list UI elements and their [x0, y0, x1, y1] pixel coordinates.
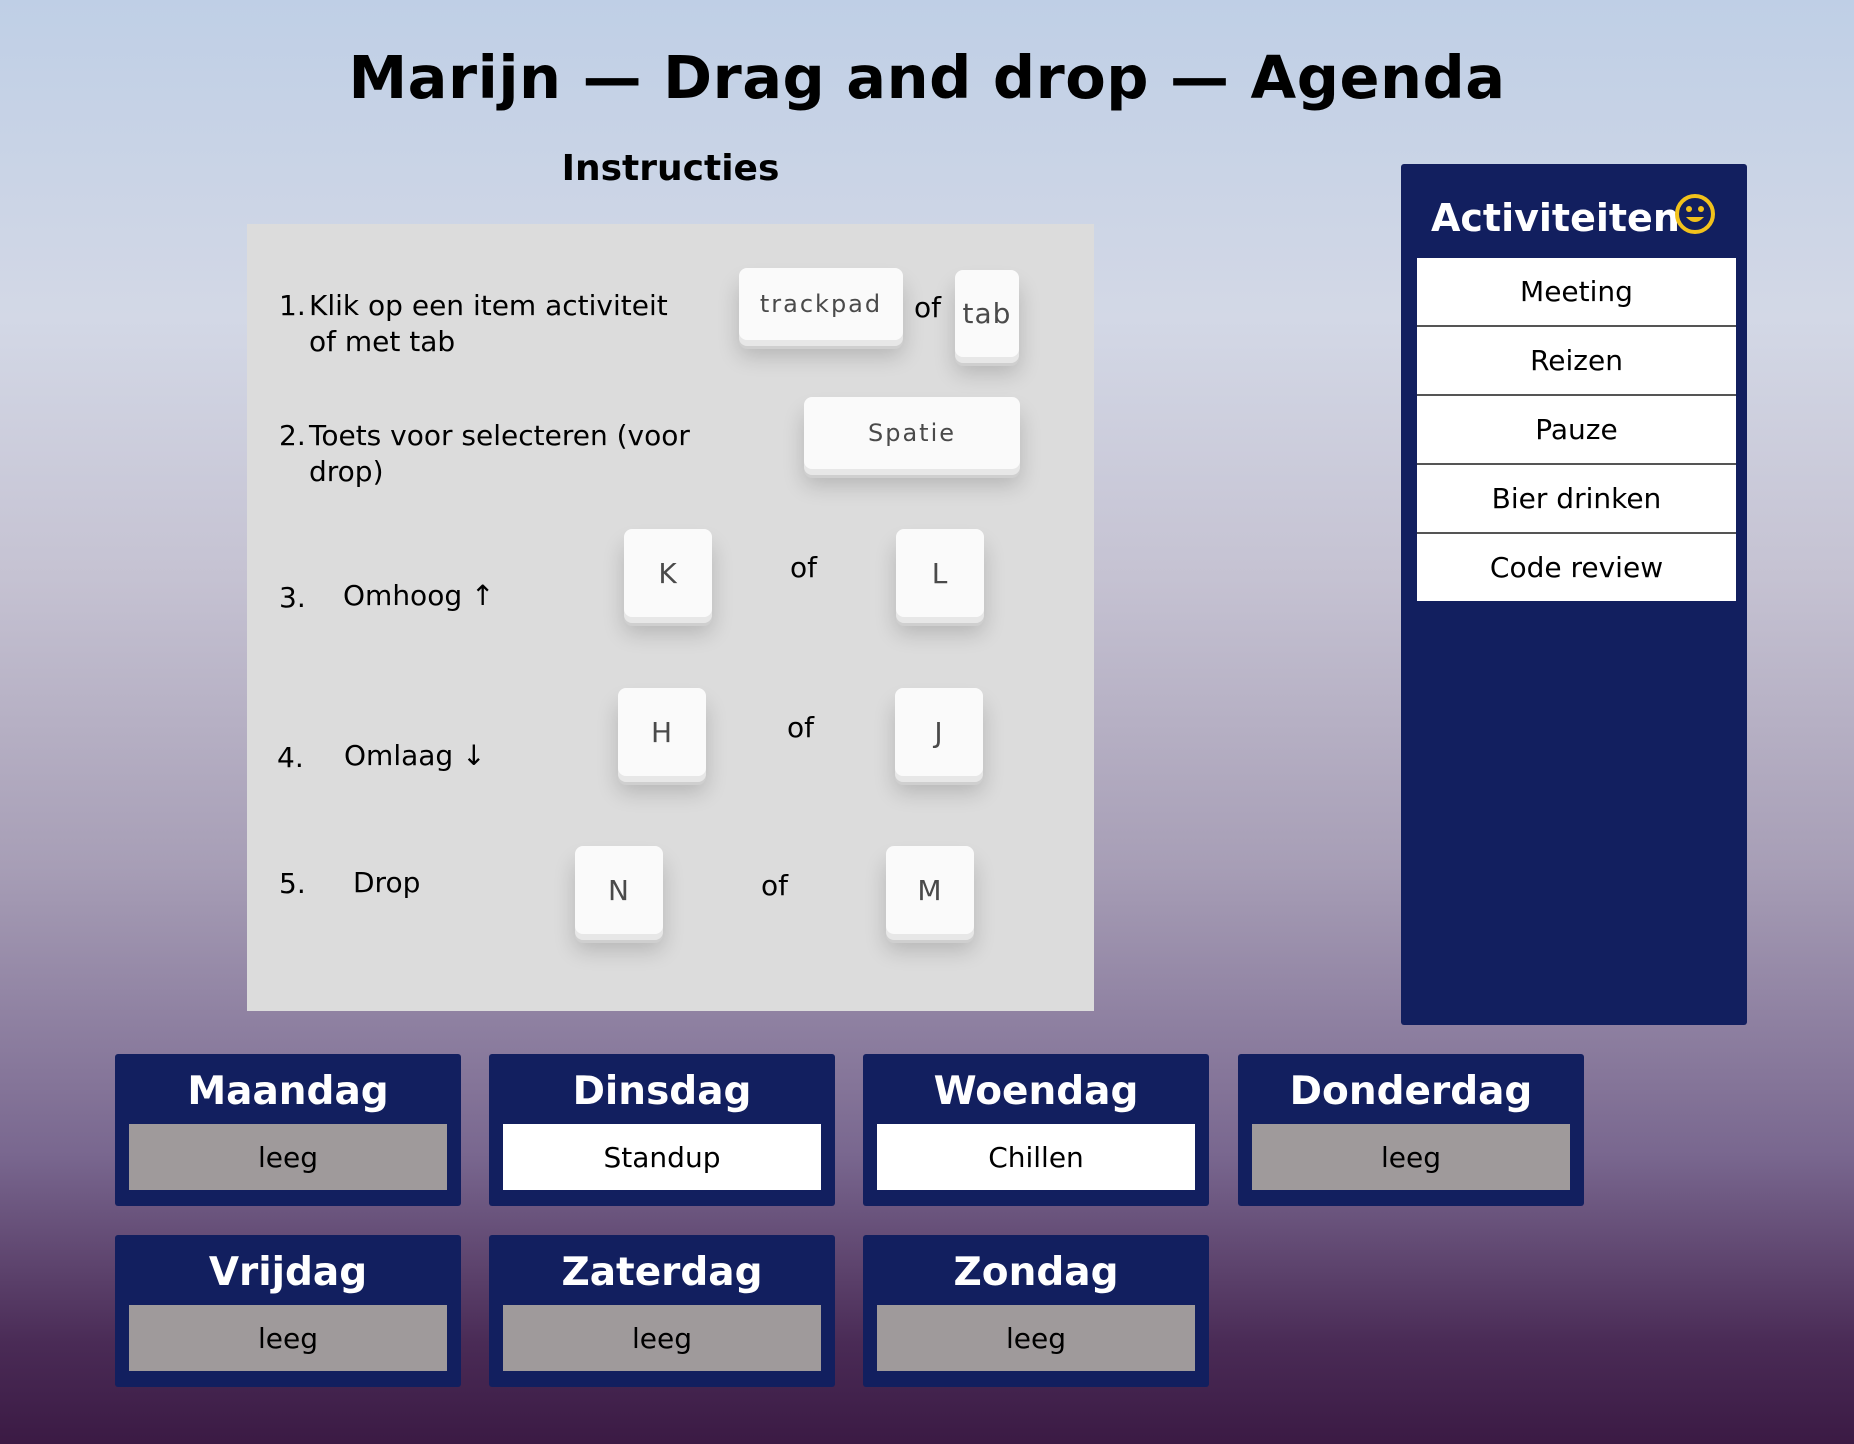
- day-name: Maandag: [187, 1069, 389, 1114]
- activity-item-pauze[interactable]: Pauze: [1417, 396, 1736, 465]
- day-name: Dinsdag: [572, 1069, 752, 1114]
- day-name: Zaterdag: [561, 1250, 763, 1295]
- day-woendag[interactable]: Woendag Chillen: [863, 1054, 1209, 1206]
- step-4-number: 4.: [277, 741, 304, 774]
- day-drop-slot[interactable]: Standup: [503, 1124, 821, 1190]
- key-trackpad: trackpad: [739, 268, 903, 340]
- day-drop-slot[interactable]: leeg: [503, 1305, 821, 1371]
- step-5-number: 5.: [279, 867, 306, 900]
- step-4-or: of: [787, 711, 814, 744]
- activities-title: Activiteiten: [1431, 196, 1680, 240]
- day-drop-slot[interactable]: leeg: [129, 1124, 447, 1190]
- step-2-text: Toets voor selecteren (voor drop): [309, 419, 690, 488]
- day-drop-slot[interactable]: leeg: [877, 1305, 1195, 1371]
- key-spatie: Spatie: [804, 397, 1020, 469]
- day-name: Woendag: [933, 1069, 1139, 1114]
- key-n: N: [575, 846, 663, 934]
- day-drop-slot[interactable]: Chillen: [877, 1124, 1195, 1190]
- activities-list: Meeting Reizen Pauze Bier drinken Code r…: [1417, 258, 1736, 601]
- day-name: Zondag: [953, 1250, 1119, 1295]
- step-3-or: of: [790, 551, 817, 584]
- key-j: J: [895, 688, 983, 776]
- step-1-or: of: [914, 291, 941, 324]
- step-2-number: 2.: [279, 419, 306, 452]
- step-4-text: Omlaag ↓: [344, 739, 486, 772]
- day-vrijdag[interactable]: Vrijdag leeg: [115, 1235, 461, 1387]
- activity-item-reizen[interactable]: Reizen: [1417, 327, 1736, 396]
- step-1-number: 1.: [279, 289, 306, 322]
- key-m: M: [886, 846, 974, 934]
- page-title: Marijn — Drag and drop — Agenda: [348, 43, 1506, 112]
- step-3-text: Omhoog ↑: [343, 579, 495, 612]
- day-name: Vrijdag: [208, 1250, 368, 1295]
- day-dinsdag[interactable]: Dinsdag Standup: [489, 1054, 835, 1206]
- step-3-number: 3.: [279, 581, 306, 614]
- day-name: Donderdag: [1289, 1069, 1533, 1114]
- key-h: H: [618, 688, 706, 776]
- instructions-heading: Instructies: [561, 148, 780, 189]
- day-zaterdag[interactable]: Zaterdag leeg: [489, 1235, 835, 1387]
- day-drop-slot[interactable]: leeg: [1252, 1124, 1570, 1190]
- activity-item-meeting[interactable]: Meeting: [1417, 258, 1736, 327]
- day-maandag[interactable]: Maandag leeg: [115, 1054, 461, 1206]
- day-donderdag[interactable]: Donderdag leeg: [1238, 1054, 1584, 1206]
- activities-panel: Activiteiten Meeting Reizen Pauze Bier d…: [1401, 164, 1747, 1025]
- day-drop-slot[interactable]: leeg: [129, 1305, 447, 1371]
- step-1-text: Klik op een item activiteit of met tab: [309, 289, 668, 358]
- smiley-icon: [1675, 194, 1715, 234]
- key-tab: tab: [955, 270, 1019, 357]
- key-k: K: [624, 529, 712, 617]
- key-l: L: [896, 529, 984, 617]
- day-zondag[interactable]: Zondag leeg: [863, 1235, 1209, 1387]
- activity-item-bier-drinken[interactable]: Bier drinken: [1417, 465, 1736, 534]
- instructions-panel: 1. Klik op een item activiteit of met ta…: [247, 224, 1094, 1011]
- step-5-text: Drop: [353, 866, 421, 899]
- step-5-or: of: [761, 869, 788, 902]
- activity-item-code-review[interactable]: Code review: [1417, 534, 1736, 601]
